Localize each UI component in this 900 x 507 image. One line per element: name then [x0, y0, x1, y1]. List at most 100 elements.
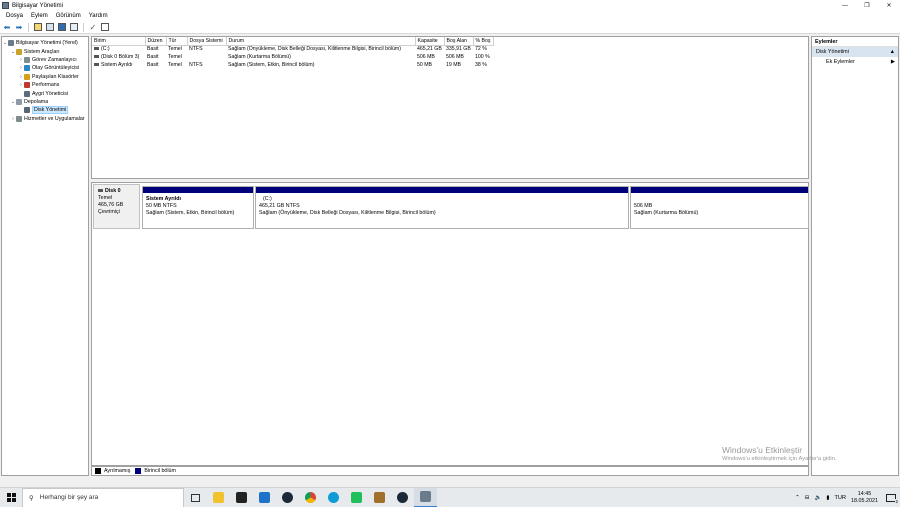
- properties-icon[interactable]: [45, 22, 55, 32]
- start-button[interactable]: [0, 488, 22, 507]
- volume-name: Sistem Ayrıldı: [101, 62, 133, 68]
- microphone-icon[interactable]: ▮: [826, 495, 829, 501]
- column-header[interactable]: Birim: [92, 37, 146, 46]
- mail-button[interactable]: [253, 488, 276, 507]
- volume-icon[interactable]: 🔈: [814, 495, 821, 501]
- tree-item[interactable]: Disk Yönetimi: [2, 106, 88, 115]
- window-title: Bilgisayar Yönetimi: [12, 2, 63, 9]
- notification-icon[interactable]: 2: [886, 494, 898, 504]
- table-cell: Basit: [147, 62, 159, 68]
- watermark-subtitle: Windows'u etkinleştirmek için Ayarlar'a …: [722, 456, 837, 462]
- tree-item-label: Sistem Araçları: [24, 48, 60, 55]
- folder-icon: [213, 492, 224, 503]
- table-cell: 19 MB: [446, 62, 461, 68]
- column-header[interactable]: Tür: [166, 37, 188, 46]
- column-header[interactable]: Durum: [226, 37, 416, 46]
- help-icon[interactable]: [57, 22, 67, 32]
- tree-item[interactable]: › Görev Zamanlayıcı: [2, 56, 88, 64]
- column-header[interactable]: Dosya Sistemi: [187, 37, 227, 46]
- edge-icon: [328, 492, 339, 503]
- table-cell: NTFS: [189, 46, 203, 53]
- language-indicator[interactable]: TUR: [835, 495, 847, 501]
- network-icon[interactable]: ⊟: [805, 495, 810, 501]
- task-view-button[interactable]: [184, 488, 207, 507]
- search-icon: ⚲: [29, 494, 34, 502]
- taskbar-search[interactable]: ⚲ Herhangi bir şey ara: [22, 487, 184, 507]
- actions-section-disk-management[interactable]: Disk Yönetimi ▲: [812, 47, 898, 57]
- disk-size: 465,76 GB: [98, 202, 124, 208]
- tree-item[interactable]: ⌄ Depolama: [2, 98, 88, 106]
- disk-label[interactable]: Disk 0 Temel 465,76 GB Çevrimiçi: [93, 184, 140, 229]
- steam-icon: [282, 492, 293, 503]
- check-icon[interactable]: ✓: [88, 22, 98, 32]
- disk-graphical-view: Disk 0 Temel 465,76 GB Çevrimiçi Sistem …: [91, 182, 809, 466]
- tree-node-icon: [8, 40, 14, 47]
- green-app-button[interactable]: [345, 488, 368, 507]
- tree-item[interactable]: › Olay Görüntüleyicisi: [2, 64, 88, 72]
- table-cell: Sağlam (Sistem, Etkin, Birincil bölüm): [228, 62, 315, 68]
- collapse-up-icon[interactable]: ▲: [890, 49, 895, 55]
- partition-system-reserved[interactable]: Sistem Ayrıldı 50 MB NTFS Sağlam (Sistem…: [142, 186, 254, 229]
- game-app-button[interactable]: [368, 488, 391, 507]
- tree-item[interactable]: › Performans: [2, 81, 88, 89]
- edge-button[interactable]: [322, 488, 345, 507]
- column-header[interactable]: Kapasite: [415, 37, 445, 46]
- partition-recovery[interactable]: 506 MB Sağlam (Kurtarma Bölümü): [630, 186, 809, 229]
- tree-item[interactable]: ⌄ Sistem Araçları: [2, 47, 88, 55]
- clock[interactable]: 14:45 18.05.2021: [851, 491, 878, 505]
- table-cell: Sağlam (Kurtarma Bölümü): [228, 54, 291, 60]
- activation-watermark: Windows'u Etkinleştir Windows'u etkinleş…: [722, 445, 837, 462]
- forward-arrow-icon[interactable]: ➡: [14, 22, 24, 32]
- tree-item[interactable]: › Hizmetler ve Uygulamalar: [2, 115, 88, 123]
- show-hide-tree-icon[interactable]: [69, 22, 79, 32]
- chat-app-icon: [351, 492, 362, 503]
- computer-management-taskbar-button[interactable]: [414, 487, 437, 507]
- close-button[interactable]: ✕: [878, 0, 900, 11]
- table-cell: (Disk 0 Bölüm 3): [92, 53, 145, 61]
- menu-action[interactable]: Eylem: [27, 13, 52, 19]
- restore-button[interactable]: ❐: [856, 0, 878, 11]
- show-hidden-icons-chevron-icon[interactable]: ⌃: [795, 495, 800, 501]
- column-header[interactable]: Boş Alan: [444, 37, 474, 46]
- table-row[interactable]: (Disk 0 Bölüm 3) Basit Temel Sağlam (Kurtar…: [92, 53, 493, 61]
- volume-icon: [94, 47, 99, 51]
- table-row[interactable]: (C:) Basit Temel NTFS Sağlam (Önyükleme, Dis…: [92, 45, 493, 53]
- partition-c[interactable]: (C:) 465,21 GB NTFS Sağlam (Önyükleme, D…: [255, 186, 629, 229]
- table-cell: NTFS: [189, 62, 203, 68]
- tree-node-icon: [24, 73, 30, 80]
- column-header[interactable]: % Boş: [473, 37, 494, 46]
- partition-size: 50 MB NTFS: [146, 203, 177, 209]
- steam-icon: [397, 492, 408, 503]
- tree-item[interactable]: ⌄ Bilgisayar Yönetimi (Yerel): [2, 39, 88, 47]
- tree-item-label: Bilgisayar Yönetimi (Yerel): [16, 40, 78, 47]
- table-cell: 335,91 GB: [446, 46, 471, 53]
- table-cell: Temel: [168, 46, 182, 53]
- more-actions-item[interactable]: Ek Eylemler ▶: [812, 57, 898, 67]
- table-cell: Temel: [168, 62, 182, 68]
- menu-help[interactable]: Yardım: [85, 13, 112, 19]
- back-arrow-icon[interactable]: ⬅: [2, 22, 12, 32]
- table-cell: 72 %: [475, 46, 487, 53]
- steam-button-2[interactable]: [391, 488, 414, 507]
- tree-node-icon: [24, 65, 30, 72]
- store-button[interactable]: [230, 488, 253, 507]
- up-folder-icon[interactable]: [33, 22, 43, 32]
- steam-button[interactable]: [276, 488, 299, 507]
- column-header[interactable]: Düzen: [145, 37, 167, 46]
- menu-file[interactable]: Dosya: [2, 13, 27, 19]
- toolbar: ⬅ ➡ ✓: [0, 21, 900, 34]
- tree-item[interactable]: › Paylaşılan Klasörler: [2, 73, 88, 81]
- chrome-button[interactable]: [299, 488, 322, 507]
- tree-item[interactable]: Aygıt Yöneticisi: [2, 89, 88, 97]
- table-row[interactable]: Sistem Ayrıldı Basit Temel NTFS Sağlam (Sist…: [92, 61, 493, 69]
- task-view-icon: [191, 493, 200, 502]
- table-cell: 100 %: [475, 54, 490, 60]
- disk-name: Disk 0: [105, 188, 121, 194]
- minimize-button[interactable]: —: [834, 0, 856, 11]
- menu-view[interactable]: Görünüm: [52, 13, 85, 19]
- submenu-arrow-icon: ▶: [890, 59, 895, 65]
- disk-view-icon[interactable]: [100, 22, 110, 32]
- computer-management-icon: [420, 491, 431, 502]
- chrome-icon: [305, 492, 316, 503]
- file-explorer-button[interactable]: [207, 488, 230, 507]
